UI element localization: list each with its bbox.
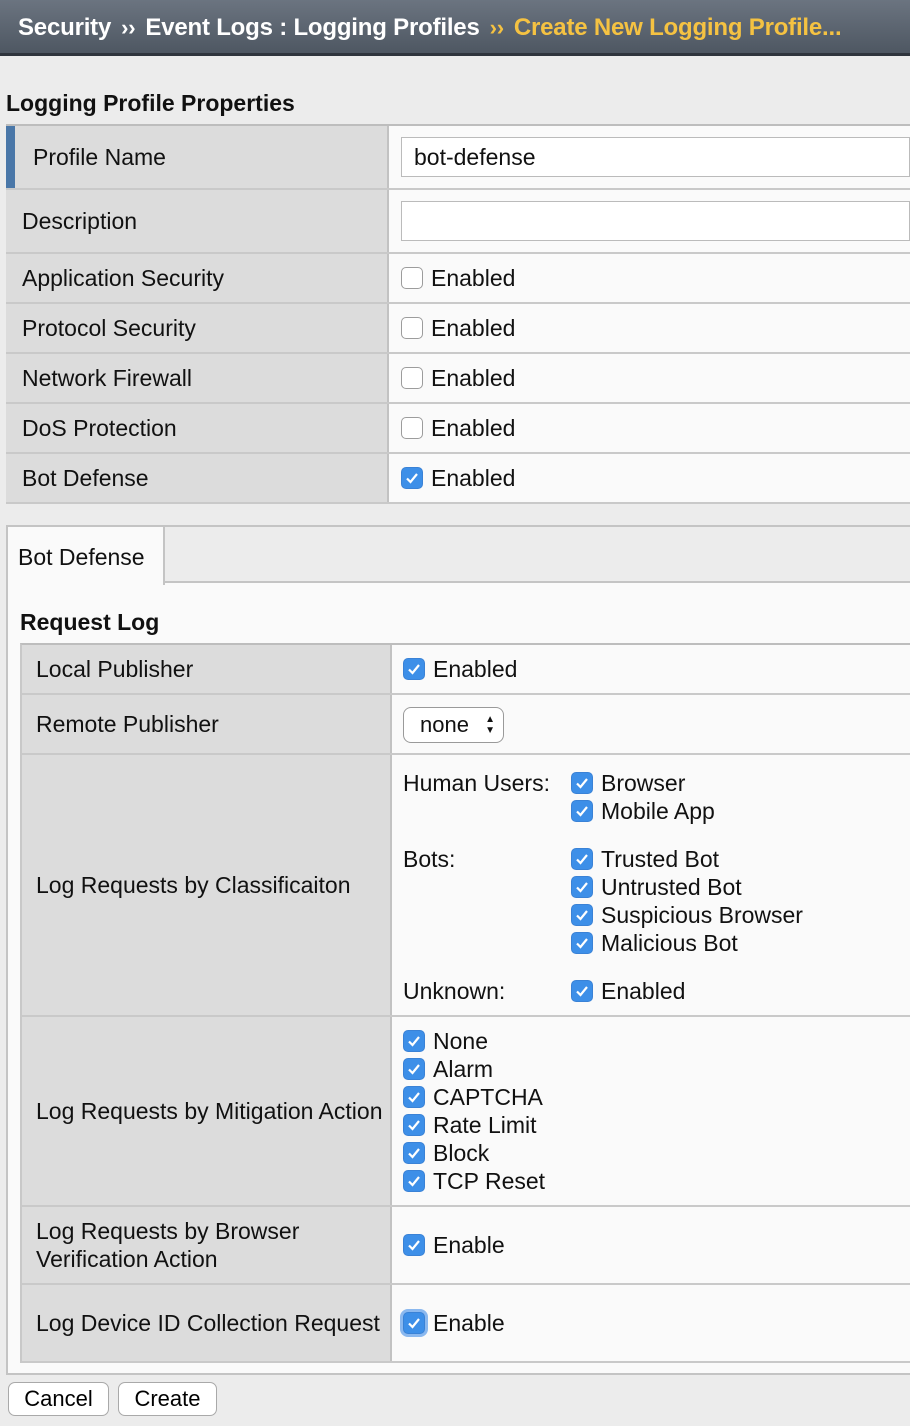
unknown-checkbox[interactable] (571, 980, 593, 1002)
browser-option: Browser (601, 769, 686, 796)
browser-verification-row: Log Requests by Browser Verification Act… (22, 1207, 910, 1285)
dos-protection-option: Enabled (431, 414, 516, 441)
browser-verification-checkbox[interactable] (403, 1234, 425, 1256)
description-row: Description (6, 190, 910, 254)
network-firewall-option: Enabled (431, 364, 516, 391)
cancel-button[interactable]: Cancel (8, 1382, 109, 1416)
breadcrumb: Security ›› Event Logs : Logging Profiles ›… (18, 14, 842, 42)
profile-name-row: Profile Name bot-defense (6, 126, 910, 190)
device-id-label: Log Device ID Collection Request (22, 1285, 392, 1361)
mitigation-captcha-option: CAPTCHA (433, 1083, 543, 1110)
protocol-security-label: Protocol Security (6, 304, 389, 352)
breadcrumb-logging-profiles[interactable]: Event Logs : Logging Profiles (145, 14, 479, 41)
breadcrumb-current: Create New Logging Profile... (513, 14, 842, 41)
application-security-checkbox[interactable] (401, 267, 423, 289)
human-users-label: Human Users: (403, 769, 550, 796)
remote-publisher-value: none (420, 712, 469, 737)
classification-row: Log Requests by Classificaiton Human Use… (22, 755, 910, 1017)
untrusted-bot-option: Untrusted Bot (601, 873, 742, 900)
network-firewall-row: Network Firewall Enabled (6, 354, 910, 404)
bot-defense-panel: Bot Defense Request Log Local Publisher … (6, 525, 910, 1375)
mitigation-alarm-option: Alarm (433, 1055, 494, 1082)
bot-defense-checkbox[interactable] (401, 467, 423, 489)
bot-defense-label: Bot Defense (6, 454, 389, 502)
mitigation-alarm-checkbox[interactable] (403, 1058, 425, 1080)
request-log-table: Local Publisher Enabled Remote Publisher… (20, 643, 910, 1363)
mitigation-none-option: None (433, 1027, 488, 1054)
application-security-label: Application Security (6, 254, 389, 302)
header-bar: Security ›› Event Logs : Logging Profiles ›… (0, 0, 910, 56)
application-security-option: Enabled (431, 264, 516, 291)
section-title: Logging Profile Properties (6, 90, 295, 116)
classification-label: Log Requests by Classificaiton (22, 755, 392, 1015)
description-label: Description (6, 190, 389, 252)
remote-publisher-label: Remote Publisher (22, 695, 392, 753)
mitigation-rate-limit-checkbox[interactable] (403, 1114, 425, 1136)
create-button[interactable]: Create (118, 1382, 217, 1416)
select-arrows-icon: ▲ ▼ (485, 714, 495, 736)
request-log-title: Request Log (20, 609, 160, 635)
device-id-option: Enable (433, 1309, 505, 1336)
trusted-bot-option: Trusted Bot (601, 845, 720, 872)
mobile-app-checkbox[interactable] (571, 800, 593, 822)
protocol-security-option: Enabled (431, 314, 516, 341)
device-id-row: Log Device ID Collection Request Enable (22, 1285, 910, 1363)
remote-publisher-select[interactable]: none ▲ ▼ (403, 707, 504, 743)
mitigation-rate-limit-option: Rate Limit (433, 1111, 537, 1138)
browser-checkbox[interactable] (571, 772, 593, 794)
malicious-bot-option: Malicious Bot (601, 929, 738, 956)
tab-bot-defense[interactable]: Bot Defense (8, 527, 165, 585)
dos-protection-row: DoS Protection Enabled (6, 404, 910, 454)
suspicious-browser-option: Suspicious Browser (601, 901, 803, 928)
properties-table: Profile Name bot-defense Description App… (6, 124, 910, 504)
remote-publisher-row: Remote Publisher none ▲ ▼ (22, 695, 910, 755)
network-firewall-checkbox[interactable] (401, 367, 423, 389)
suspicious-browser-checkbox[interactable] (571, 904, 593, 926)
breadcrumb-separator: ›› (121, 15, 136, 40)
application-security-row: Application Security Enabled (6, 254, 910, 304)
mobile-app-option: Mobile App (601, 797, 715, 824)
mitigation-tcp-reset-checkbox[interactable] (403, 1170, 425, 1192)
local-publisher-row: Local Publisher Enabled (22, 645, 910, 695)
profile-name-label: Profile Name (6, 126, 389, 188)
bot-defense-row: Bot Defense Enabled (6, 454, 910, 504)
mitigation-captcha-checkbox[interactable] (403, 1086, 425, 1108)
mitigation-block-option: Block (433, 1139, 490, 1166)
breadcrumb-security[interactable]: Security (18, 14, 111, 41)
protocol-security-checkbox[interactable] (401, 317, 423, 339)
untrusted-bot-checkbox[interactable] (571, 876, 593, 898)
breadcrumb-separator: ›› (489, 15, 504, 40)
profile-name-input[interactable]: bot-defense (401, 137, 910, 177)
bot-defense-option: Enabled (431, 464, 516, 491)
mitigation-label: Log Requests by Mitigation Action (22, 1017, 392, 1205)
network-firewall-label: Network Firewall (6, 354, 389, 402)
description-input[interactable] (401, 201, 910, 241)
mitigation-none-checkbox[interactable] (403, 1030, 425, 1052)
malicious-bot-checkbox[interactable] (571, 932, 593, 954)
local-publisher-checkbox[interactable] (403, 658, 425, 680)
mitigation-block-checkbox[interactable] (403, 1142, 425, 1164)
mitigation-row: Log Requests by Mitigation Action None A… (22, 1017, 910, 1207)
trusted-bot-checkbox[interactable] (571, 848, 593, 870)
local-publisher-option: Enabled (433, 655, 518, 682)
bots-label: Bots: (403, 845, 456, 872)
dos-protection-label: DoS Protection (6, 404, 389, 452)
protocol-security-row: Protocol Security Enabled (6, 304, 910, 354)
browser-verification-option: Enable (433, 1231, 505, 1258)
mitigation-tcp-reset-option: TCP Reset (433, 1167, 546, 1194)
browser-verification-label: Log Requests by Browser Verification Act… (22, 1207, 392, 1283)
local-publisher-label: Local Publisher (22, 645, 392, 693)
unknown-option: Enabled (601, 977, 686, 1004)
device-id-checkbox[interactable] (403, 1312, 425, 1334)
unknown-label: Unknown: (403, 977, 506, 1004)
dos-protection-checkbox[interactable] (401, 417, 423, 439)
